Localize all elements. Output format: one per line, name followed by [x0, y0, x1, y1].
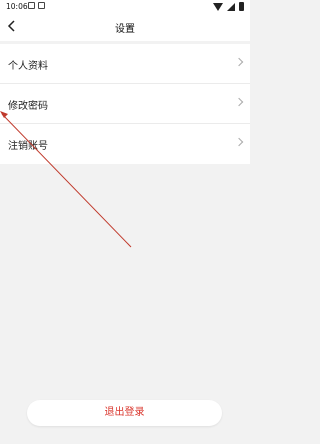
battery-icon [239, 2, 244, 11]
menu-item-delete-account[interactable]: 注销账号 [0, 124, 250, 164]
menu-item-label: 个人资料 [8, 61, 48, 72]
chevron-right-icon [234, 97, 244, 107]
settings-menu: 个人资料 修改密码 注销账号 [0, 44, 250, 164]
page-title: 设置 [115, 24, 135, 35]
signal-icon [227, 2, 235, 11]
chevron-right-icon [234, 137, 244, 147]
status-time: 10:06 [6, 2, 28, 11]
system-icons [213, 2, 244, 11]
logout-button[interactable]: 退出登录 [27, 400, 222, 426]
wifi-icon [213, 2, 223, 11]
status-bar: 10:06 [0, 0, 250, 14]
menu-item-profile[interactable]: 个人资料 [0, 44, 250, 84]
notification-icon [28, 2, 35, 9]
notification-icons [28, 2, 45, 9]
image-icon [38, 2, 45, 9]
menu-item-label: 修改密码 [8, 101, 48, 112]
menu-item-label: 注销账号 [8, 141, 48, 152]
nav-bar: 设置 [0, 14, 250, 41]
chevron-right-icon [234, 57, 244, 67]
menu-item-change-password[interactable]: 修改密码 [0, 84, 250, 124]
